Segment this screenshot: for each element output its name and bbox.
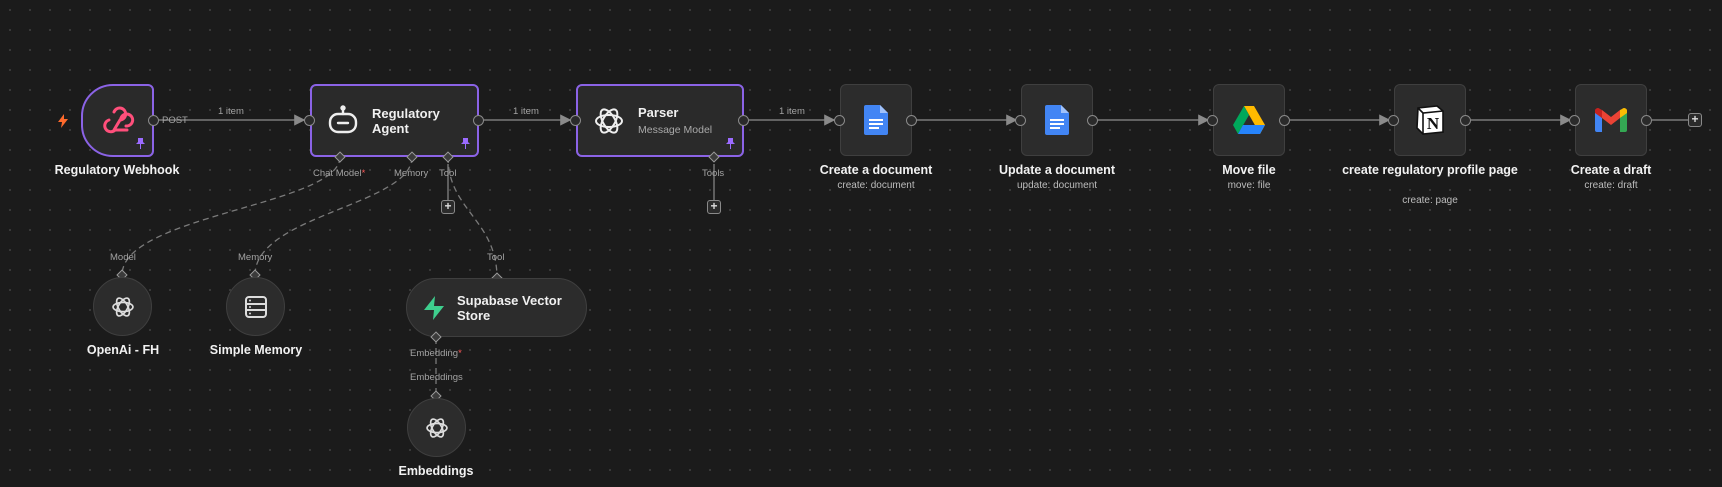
supabase-embedding-label: Embedding* [410, 348, 462, 359]
move-file-title: Move file [1222, 163, 1276, 177]
supabase-title: Supabase Vector Store [457, 292, 562, 323]
parser-tools-label: Tools [702, 168, 725, 179]
update-document-subtitle: update: document [1016, 180, 1098, 191]
notion-node[interactable]: N [1394, 84, 1466, 156]
agent-title: Regulatory Agent [372, 105, 440, 136]
agent-node[interactable]: Regulatory Agent [310, 84, 479, 157]
simple-memory-node[interactable] [226, 277, 285, 336]
memory-input-label: Memory [238, 252, 273, 263]
svg-text:N: N [1427, 114, 1440, 133]
pin-icon [461, 138, 470, 149]
create-document-input-port[interactable] [834, 115, 845, 126]
move-file-node[interactable] [1213, 84, 1285, 156]
openai-icon [425, 417, 448, 438]
webhook-output-label: POST [162, 115, 188, 126]
edge-label-parser-create: 1 item [779, 106, 805, 117]
agent-memory-label: Memory [394, 168, 429, 179]
agent-output-port[interactable] [473, 115, 484, 126]
robot-icon [328, 104, 358, 133]
webhook-node[interactable] [81, 84, 154, 157]
webhook-output-port[interactable] [148, 115, 159, 126]
edge-label-agent-parser: 1 item [513, 106, 539, 117]
database-icon [244, 295, 267, 318]
openai-model-label: Model [110, 252, 136, 263]
add-node-button[interactable]: + [1688, 113, 1702, 127]
openai-icon [111, 296, 134, 317]
supabase-icon [424, 295, 444, 320]
move-file-output-port[interactable] [1279, 115, 1290, 126]
gmail-output-port[interactable] [1641, 115, 1652, 126]
add-parser-tool-button[interactable]: + [707, 200, 721, 214]
edge-label-webhook-agent: 1 item [218, 106, 244, 117]
parser-output-port[interactable] [738, 115, 749, 126]
webhook-icon [102, 106, 134, 133]
notion-input-port[interactable] [1388, 115, 1399, 126]
update-document-input-port[interactable] [1015, 115, 1026, 126]
openai-chat-model-node[interactable] [93, 277, 152, 336]
parser-title: Parser [638, 105, 679, 120]
openai-icon [595, 107, 623, 134]
move-file-subtitle: move: file [1227, 180, 1271, 191]
pin-icon [136, 138, 145, 149]
pin-icon [726, 138, 735, 149]
gmail-input-port[interactable] [1569, 115, 1580, 126]
create-document-subtitle: create: document [837, 180, 915, 191]
embeddings-node[interactable] [407, 398, 466, 457]
notion-subtitle: create: page [1402, 195, 1458, 206]
connection-wires [121, 114, 1688, 396]
agent-input-port[interactable] [304, 115, 315, 126]
gmail-title: Create a draft [1570, 163, 1652, 177]
embeddings-input-label: Embeddings [410, 372, 463, 383]
embeddings-title: Embeddings [398, 464, 474, 478]
parser-input-port[interactable] [570, 115, 581, 126]
notion-title: create regulatory profile page [1342, 163, 1518, 177]
add-tool-button[interactable]: + [441, 200, 455, 214]
gmail-icon [1595, 108, 1627, 132]
parser-subtitle: Message Model [638, 124, 713, 136]
parser-node[interactable]: Parser Message Model [576, 84, 744, 157]
supabase-tool-label: Tool [487, 252, 505, 263]
create-document-node[interactable] [840, 84, 912, 156]
gmail-subtitle: create: draft [1584, 180, 1638, 191]
google-docs-icon [1045, 105, 1069, 135]
update-document-title: Update a document [999, 163, 1115, 177]
create-document-output-port[interactable] [906, 115, 917, 126]
create-document-title: Create a document [819, 163, 933, 177]
supabase-vector-store-node[interactable]: Supabase Vector Store [406, 278, 587, 337]
google-drive-icon [1233, 106, 1265, 134]
notion-output-port[interactable] [1460, 115, 1471, 126]
update-document-node[interactable] [1021, 84, 1093, 156]
lightning-icon [58, 114, 68, 128]
agent-chat-model-label: Chat Model* [313, 168, 366, 179]
google-docs-icon [864, 105, 888, 135]
move-file-input-port[interactable] [1207, 115, 1218, 126]
gmail-node[interactable] [1575, 84, 1647, 156]
agent-tool-label: Tool [439, 168, 457, 179]
memory-title: Simple Memory [209, 343, 303, 357]
notion-icon: N [1416, 105, 1444, 135]
webhook-title: Regulatory Webhook [54, 163, 180, 177]
update-document-output-port[interactable] [1087, 115, 1098, 126]
